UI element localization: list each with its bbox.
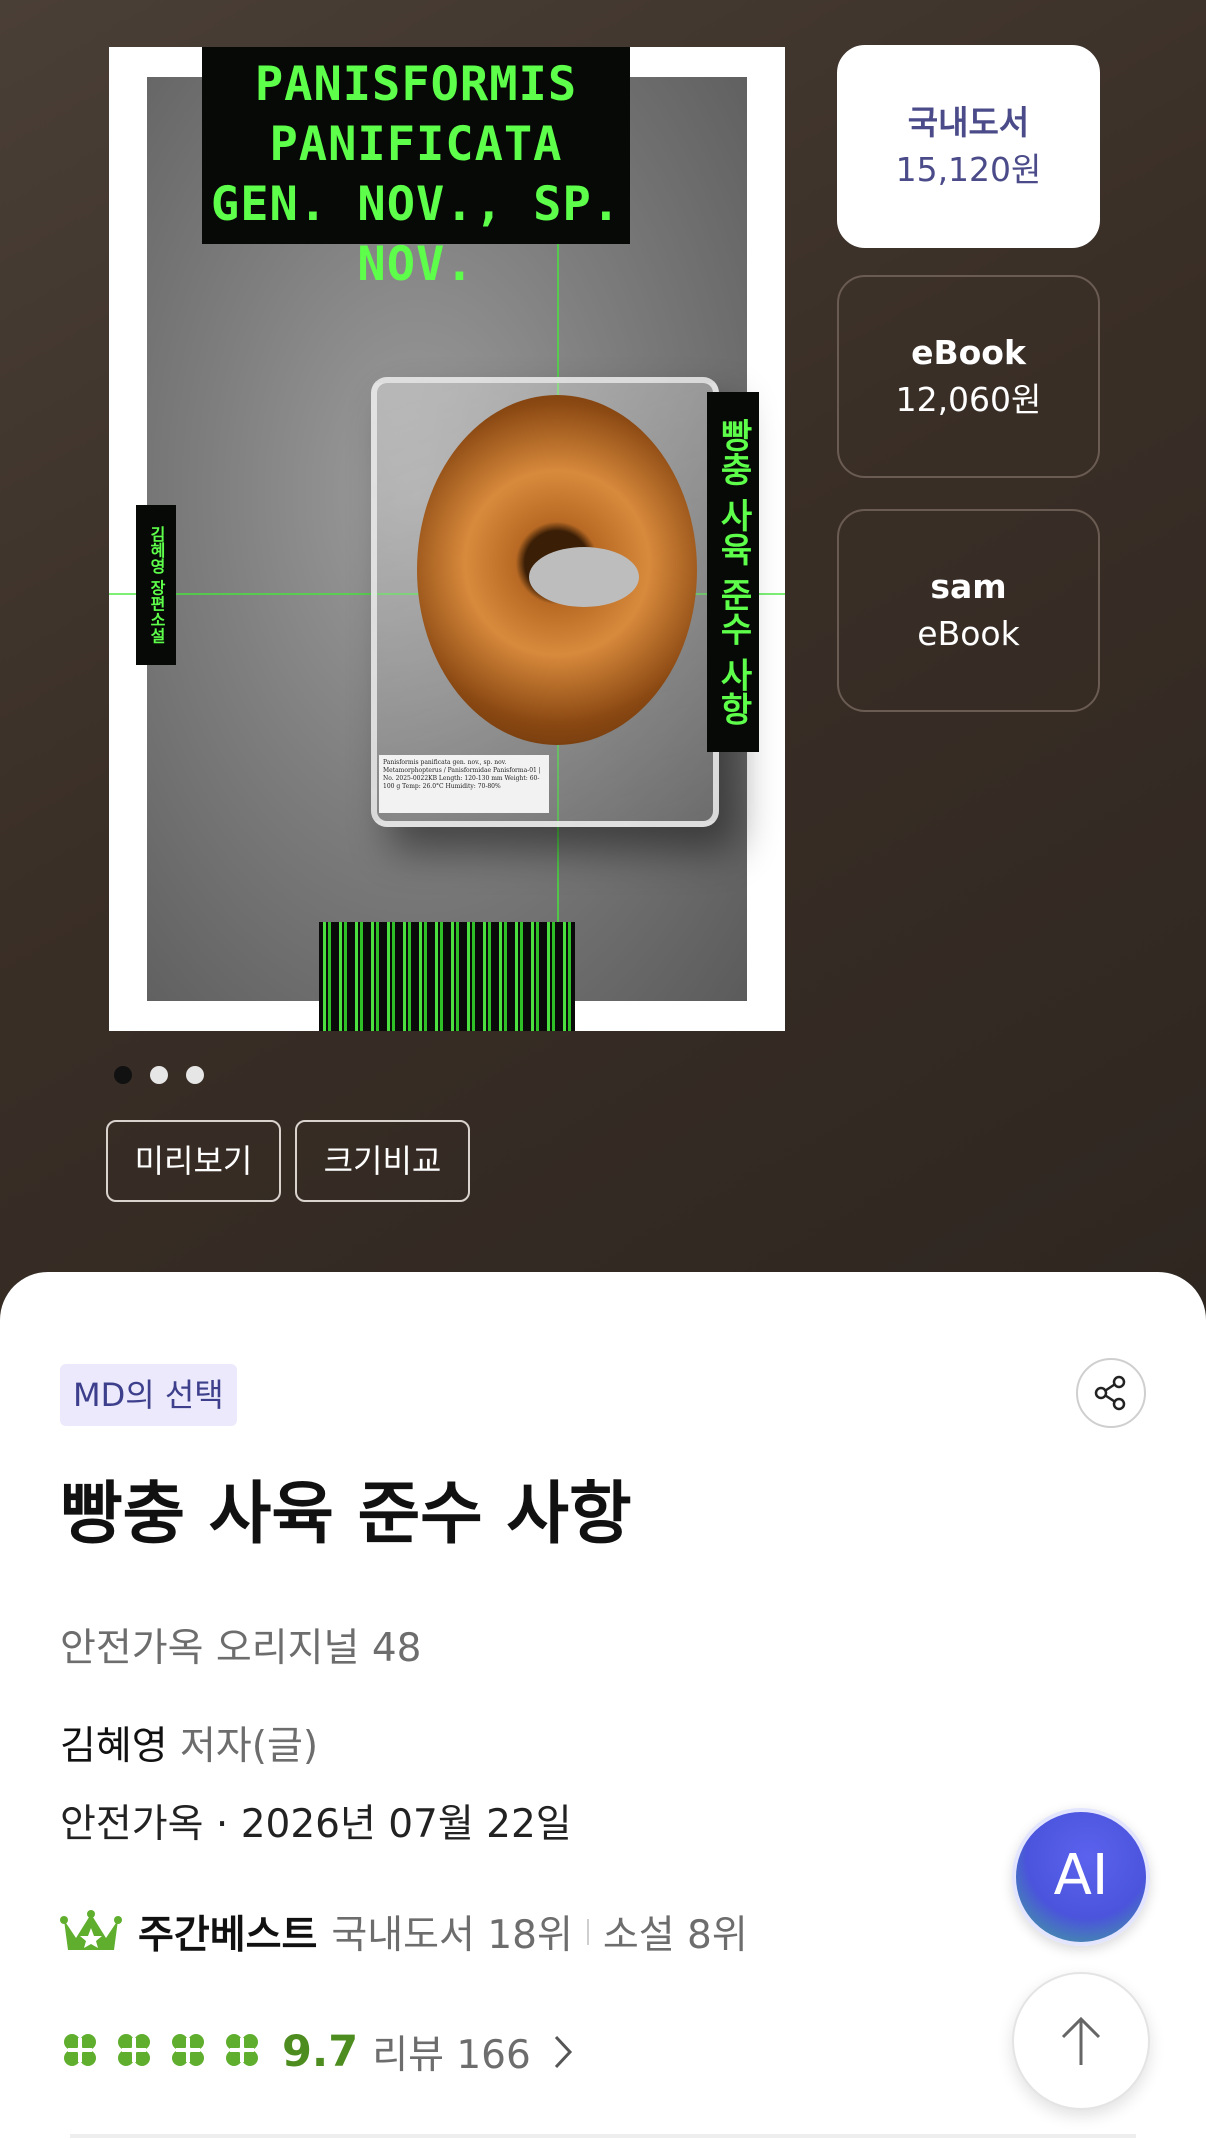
author-role: 저자(글): [180, 1724, 319, 1769]
rating-score: 9.7: [282, 2027, 359, 2077]
carousel-dot[interactable]: [114, 1066, 132, 1084]
share-button[interactable]: [1076, 1358, 1146, 1428]
cover-side-title: 빵충 사육 준수 사항: [707, 392, 759, 752]
chevron-right-icon: [554, 2035, 572, 2069]
rank-domestic[interactable]: 국내도서 18위: [331, 1904, 572, 1960]
size-compare-button[interactable]: 크기비교: [295, 1120, 470, 1202]
format-price: 15,120원: [895, 149, 1042, 189]
carousel-dot[interactable]: [186, 1066, 204, 1084]
cover-bun-notch: [529, 547, 639, 607]
book-cover-image[interactable]: Panisformis panificata gen. nov., sp. no…: [109, 47, 785, 1031]
clover-icon: [222, 2030, 262, 2074]
arrow-up-icon: [1061, 2016, 1101, 2065]
share-icon: [1094, 1375, 1126, 1411]
format-card-sam[interactable]: sam eBook: [837, 509, 1100, 712]
format-card-ebook[interactable]: eBook 12,060원: [837, 275, 1100, 478]
review-count[interactable]: 리뷰 166: [372, 2024, 531, 2080]
cover-barcode: [319, 922, 575, 1031]
weekly-best-label[interactable]: 주간베스트: [138, 1904, 317, 1960]
format-price: eBook: [917, 613, 1020, 653]
carousel-dot[interactable]: [150, 1066, 168, 1084]
ai-assistant-button[interactable]: AI: [1012, 1808, 1150, 1946]
crown-icon: [60, 1910, 122, 1950]
series-name[interactable]: 안전가옥 오리지널 48: [60, 1622, 421, 1676]
format-name: 국내도서: [907, 102, 1030, 142]
rating-row[interactable]: 9.7 리뷰 166: [60, 2020, 573, 2084]
cover-title: PANISFORMIS PANIFICATA GEN. NOV., SP. NO…: [202, 47, 630, 292]
format-name: eBook: [911, 332, 1026, 372]
bestseller-row: 주간베스트 국내도서 18위 소설 8위: [60, 1902, 748, 1962]
author-name[interactable]: 김혜영: [60, 1724, 168, 1769]
carousel-indicator: [114, 1066, 204, 1084]
md-pick-badge: MD의 선택: [60, 1364, 237, 1426]
clover-icon: [114, 2030, 154, 2074]
format-name: sam: [930, 566, 1007, 606]
author-row: 김혜영 저자(글): [60, 1720, 318, 1774]
clover-icon: [60, 2030, 100, 2074]
divider: [586, 1919, 589, 1945]
cover-tray-label: Panisformis panificata gen. nov., sp. no…: [379, 755, 549, 813]
preview-button[interactable]: 미리보기: [106, 1120, 281, 1202]
clover-icon: [168, 2030, 208, 2074]
divider: [70, 2134, 1136, 2138]
format-card-domestic[interactable]: 국내도서 15,120원: [837, 45, 1100, 248]
publisher-date[interactable]: 안전가옥 · 2026년 07월 22일: [60, 1798, 572, 1852]
book-title: 빵충 사육 준수 사항: [60, 1475, 632, 1554]
rank-novel[interactable]: 소설 8위: [603, 1904, 748, 1960]
scroll-top-button[interactable]: [1012, 1972, 1150, 2110]
cover-side-author: 김혜영 장편소설: [136, 505, 176, 665]
format-price: 12,060원: [895, 379, 1042, 419]
